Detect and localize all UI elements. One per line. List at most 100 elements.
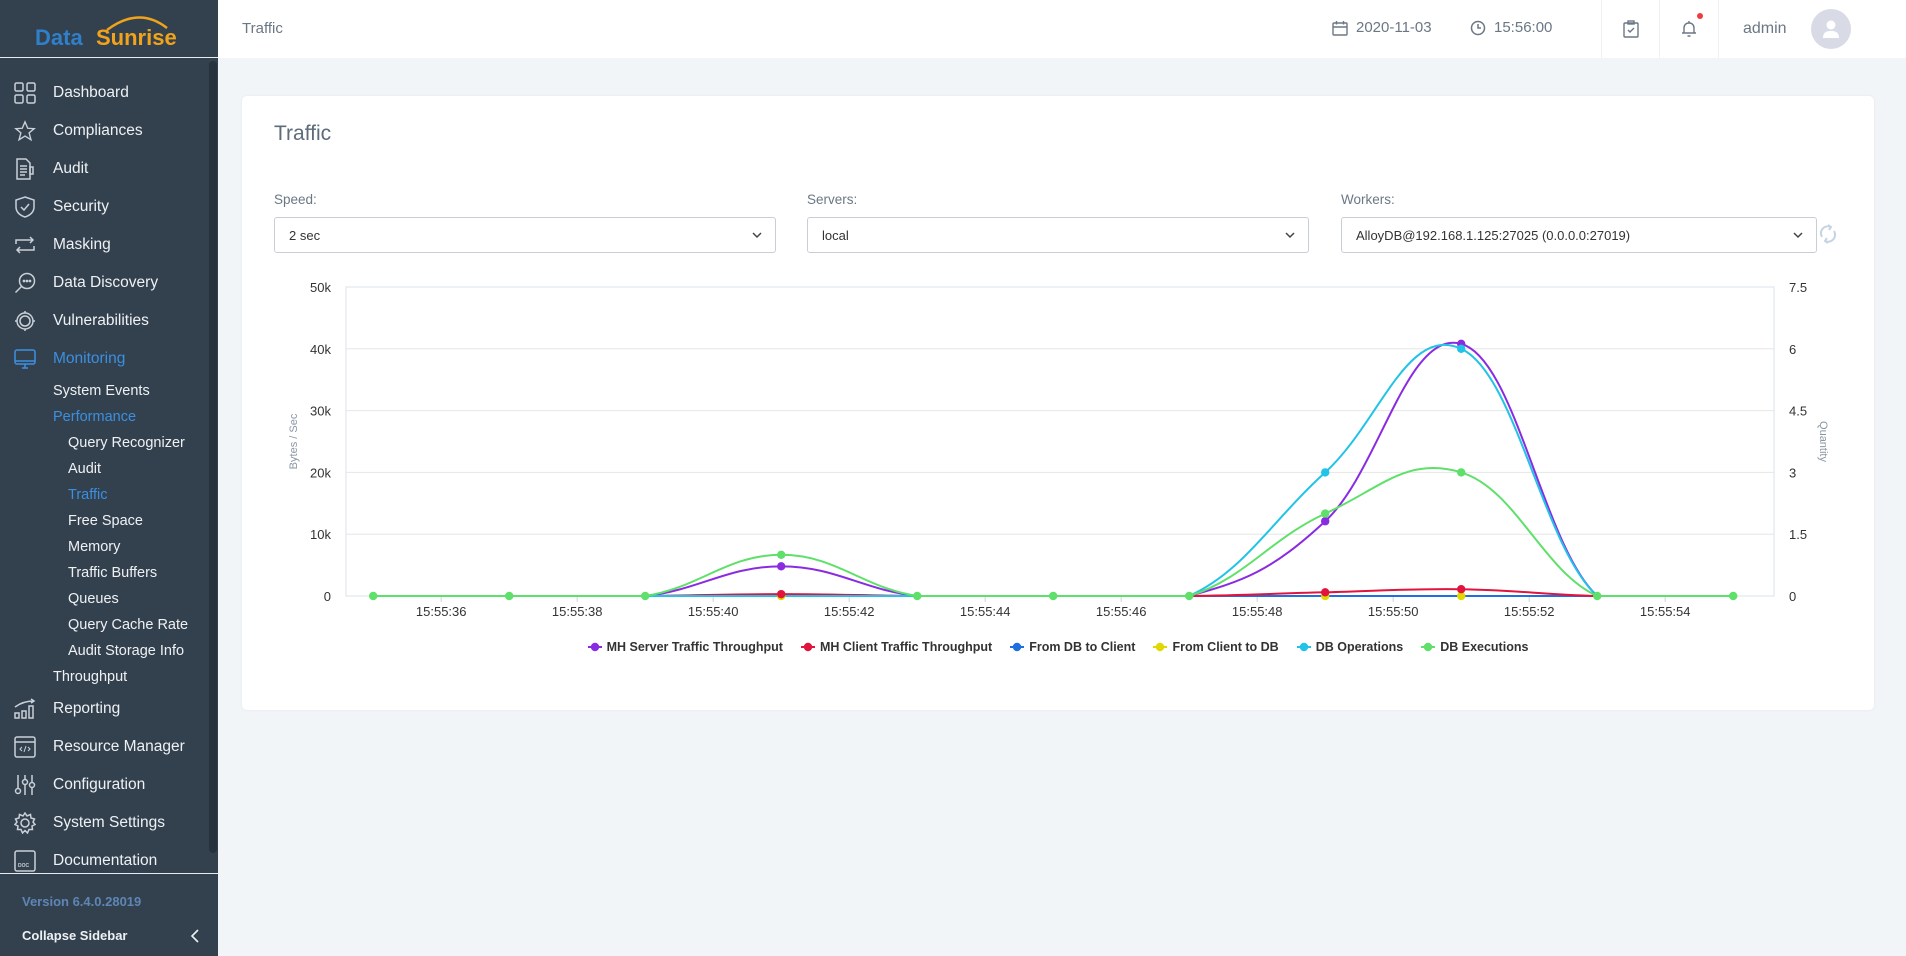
legend-item[interactable]: DB Executions <box>1421 640 1528 654</box>
y-tick-label: 20k <box>310 465 331 480</box>
data-point <box>777 589 786 599</box>
sidebar-item-monitoring[interactable]: Monitoring <box>0 340 218 378</box>
monitor-icon <box>13 347 37 371</box>
sidebar-subitem-system-events[interactable]: System Events <box>0 378 218 404</box>
y-tick-label: 10k <box>310 527 331 542</box>
legend-label: MH Client Traffic Throughput <box>819 640 993 654</box>
doc-icon: DOC <box>13 849 37 873</box>
y2-tick-label: 0 <box>1789 589 1796 604</box>
bell-icon <box>1682 21 1696 37</box>
legend-label: From DB to Client <box>1029 640 1136 654</box>
logo[interactable]: Data Sunrise <box>0 0 218 58</box>
sidebar-item-dashboard[interactable]: Dashboard <box>0 74 218 112</box>
x-tick-label: 15:55:52 <box>1504 604 1555 619</box>
sidebar-subitem-memory[interactable]: Memory <box>0 534 218 560</box>
sidebar-subitem-traffic-buffers[interactable]: Traffic Buffers <box>0 560 218 586</box>
sidebar-subitem-label: Performance <box>53 409 137 425</box>
sidebar-subitem-throughput[interactable]: Throughput <box>0 664 218 690</box>
avatar <box>1810 9 1851 49</box>
y2-tick-label: 1.5 <box>1789 527 1807 542</box>
date-value: 2020-11-03 <box>1356 19 1432 36</box>
sidebar-subitem-label: System Events <box>53 383 150 399</box>
data-point <box>1321 588 1330 597</box>
sidebar-item-masking[interactable]: Masking <box>0 226 218 264</box>
sidebar-item-label: Monitoring <box>53 350 126 367</box>
arrows-swap-icon <box>13 233 37 257</box>
sidebar-item-audit[interactable]: Audit <box>0 150 218 188</box>
sidebar-subitem-performance[interactable]: Performance <box>0 404 218 430</box>
data-point <box>1321 517 1330 526</box>
series-line-db-executions <box>373 467 1734 598</box>
legend-item[interactable]: From DB to Client <box>1010 640 1135 654</box>
svg-text:Data: Data <box>35 25 83 50</box>
sidebar-subitem-audit[interactable]: Audit <box>0 456 218 482</box>
collapse-sidebar-label: Collapse Sidebar <box>22 928 128 943</box>
sidebar-item-label: Audit <box>53 160 89 177</box>
calendar-icon <box>1332 20 1348 36</box>
version-label: Version 6.4.0.28019 <box>22 894 142 909</box>
legend-item[interactable]: MH Client Traffic Throughput <box>800 640 993 654</box>
legend-item[interactable]: MH Server Traffic Throughput <box>587 640 783 654</box>
gear-icon <box>13 811 37 835</box>
data-point <box>1593 591 1602 601</box>
tasks-button[interactable] <box>1601 0 1659 58</box>
sidebar-subitem-label: Query Recognizer <box>68 435 185 451</box>
sidebar-subitem-query-cache-rate[interactable]: Query Cache Rate <box>0 612 218 638</box>
data-point <box>1321 468 1330 477</box>
series-line-db-operations <box>373 343 1734 598</box>
sidebar-subitem-traffic[interactable]: Traffic <box>0 482 218 508</box>
sidebar-item-security[interactable]: Security <box>0 188 218 226</box>
sidebar-item-documentation[interactable]: DOC Documentation <box>0 842 218 873</box>
sidebar-item-configuration[interactable]: Configuration <box>0 766 218 804</box>
data-point <box>1729 591 1738 601</box>
sidebar-item-label: Data Discovery <box>53 274 159 291</box>
sidebar-subitem-label: Free Space <box>68 513 143 529</box>
sidebar-footer: Version 6.4.0.28019 Collapse Sidebar <box>0 873 218 956</box>
legend-marker-icon <box>1296 642 1311 652</box>
user-menu[interactable]: admin <box>1718 0 1906 58</box>
y2-tick-label: 7.5 <box>1789 280 1807 295</box>
search-chat-icon <box>13 271 37 295</box>
data-point <box>1321 509 1330 518</box>
username: admin <box>1743 20 1787 37</box>
sidebar-subitem-label: Query Cache Rate <box>68 617 189 633</box>
shield-check-icon <box>13 195 37 219</box>
traffic-chart: 0 10k 20k 30k 40k 50k 0 1.5 3 4.5 6 7.5 Bytes / Sec Q… <box>288 280 1829 619</box>
legend-label: MH Server Traffic Throughput <box>606 640 783 654</box>
sidebar: Data Sunrise Dashboard Compliances Audit… <box>0 0 218 956</box>
sidebar-item-reporting[interactable]: Reporting <box>0 690 218 728</box>
sidebar-subitem-audit-storage-info[interactable]: Audit Storage Info <box>0 638 218 664</box>
series-line-mh-server-traffic-throughput <box>373 341 1734 598</box>
breadcrumb: Traffic <box>242 20 283 37</box>
sidebar-item-resource-manager[interactable]: Resource Manager <box>0 728 218 766</box>
y-tick-label: 50k <box>310 280 331 295</box>
sidebar-item-data-discovery[interactable]: Data Discovery <box>0 264 218 302</box>
sidebar-subitem-queues[interactable]: Queues <box>0 586 218 612</box>
legend-item[interactable]: From Client to DB <box>1153 640 1279 654</box>
svg-text:Sunrise: Sunrise <box>96 25 177 50</box>
notifications-button[interactable] <box>1659 0 1718 58</box>
legend-label: DB Operations <box>1315 640 1404 654</box>
sidebar-subitem-query-recognizer[interactable]: Query Recognizer <box>0 430 218 456</box>
data-point <box>1049 591 1058 601</box>
sidebar-subitem-free-space[interactable]: Free Space <box>0 508 218 534</box>
x-tick-label: 15:55:46 <box>1096 604 1147 619</box>
time-value: 15:56:00 <box>1494 19 1553 36</box>
x-tick-label: 15:55:54 <box>1640 604 1691 619</box>
sidebar-item-label: Configuration <box>53 776 146 793</box>
y2-tick-label: 6 <box>1789 342 1796 357</box>
sidebar-item-label: Reporting <box>53 700 121 717</box>
sidebar-item-vulnerabilities[interactable]: Vulnerabilities <box>0 302 218 340</box>
sidebar-scrollbar[interactable] <box>209 61 217 853</box>
svg-text:DOC: DOC <box>18 863 30 869</box>
legend-item[interactable]: DB Operations <box>1296 640 1404 654</box>
collapse-sidebar-button[interactable]: Collapse Sidebar <box>22 928 200 943</box>
header-time: 15:56:00 <box>1470 19 1552 36</box>
star-icon <box>13 119 37 143</box>
sidebar-item-compliances[interactable]: Compliances <box>0 112 218 150</box>
sidebar-item-system-settings[interactable]: System Settings <box>0 804 218 842</box>
data-point <box>1457 468 1466 477</box>
sidebar-item-label: Resource Manager <box>53 738 185 755</box>
chart-legend: MH Server Traffic Throughput MH Client Tr… <box>242 640 1874 654</box>
sidebar-item-label: Documentation <box>53 852 158 869</box>
